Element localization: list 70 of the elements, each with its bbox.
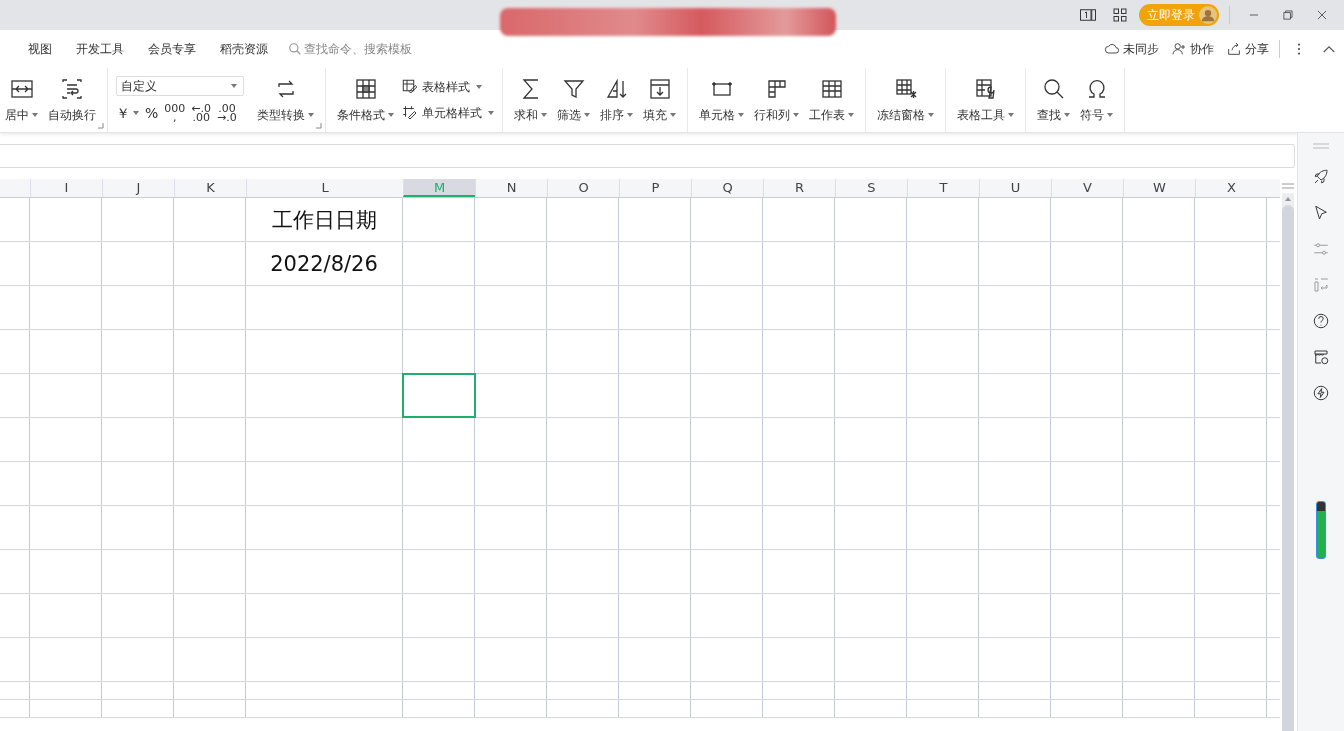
fill-icon [647, 76, 672, 101]
column-header[interactable]: S [835, 179, 907, 197]
number-format-button[interactable]: 000 , [164, 102, 186, 124]
user-plus-icon [1171, 41, 1187, 57]
status-indicator [1316, 501, 1326, 559]
wrap-icon [60, 76, 84, 101]
find-icon [1041, 76, 1066, 101]
ribbon-button[interactable]: 表格样式 [401, 78, 494, 96]
formula-field[interactable] [0, 144, 1295, 168]
column-header[interactable]: I [30, 179, 102, 197]
number-format-button[interactable]: ￥ [116, 102, 139, 124]
column-header[interactable]: V [1051, 179, 1123, 197]
ribbon-button[interactable]: 求和 [511, 76, 550, 124]
ribbon-button[interactable]: 符号 [1077, 76, 1116, 124]
ribbon-button[interactable]: 筛选 [554, 76, 593, 124]
swap-icon [1312, 276, 1330, 294]
number-format-button[interactable]: ←.0 .00 [191, 102, 212, 124]
cell-text: 工作日日期 [271, 206, 377, 234]
ribbon-button[interactable]: 填充 [640, 76, 679, 124]
reading-icon [1079, 6, 1097, 24]
ribbon-button[interactable]: 冻结窗格 [874, 76, 937, 124]
ribbon-button[interactable]: 自动换行 [45, 76, 99, 124]
rocket-icon [1312, 168, 1330, 186]
number-format-button[interactable]: .00 →.0 [217, 102, 237, 124]
column-header[interactable]: U [979, 179, 1051, 197]
column-header[interactable]: K [174, 179, 246, 197]
column-header[interactable]: N [475, 179, 547, 197]
menu-tab[interactable]: 会员专享 [136, 36, 208, 62]
ribbon-button[interactable]: 行和列 [751, 76, 802, 124]
ribbon-button[interactable]: 排序 [597, 76, 636, 124]
apps-icon [1111, 6, 1129, 24]
cloud-icon [1104, 41, 1120, 57]
ribbon-button[interactable]: 单元格样式 [401, 104, 494, 122]
ribbon-button[interactable]: 类型转换 [254, 76, 317, 124]
search-icon [288, 42, 302, 56]
ribbon-button[interactable]: 条件格式 [334, 76, 397, 124]
sort-icon [604, 76, 629, 101]
column-header[interactable]: R [763, 179, 835, 197]
menu-tab[interactable]: 开发工具 [64, 36, 136, 62]
column-header[interactable]: X [1195, 179, 1267, 197]
column-header[interactable]: J [102, 179, 174, 197]
column-header[interactable]: W [1123, 179, 1195, 197]
cell-text: 2022/8/26 [270, 251, 378, 276]
ribbon-button[interactable]: 表格工具 [954, 76, 1017, 124]
freeze-icon [893, 76, 918, 101]
number-format-select[interactable]: 自定义 [116, 76, 244, 96]
pointer-icon [1312, 204, 1330, 222]
collaborate-button[interactable]: 协作 [1171, 40, 1214, 58]
share-icon [1226, 41, 1242, 57]
ribbon-button[interactable]: 查找 [1034, 76, 1073, 124]
vertical-scrollbar[interactable] [1282, 193, 1294, 731]
sync-status-button[interactable]: 未同步 [1104, 40, 1159, 58]
ribbon-button[interactable]: 单元格 [696, 76, 747, 124]
ribbon-button[interactable]: 居中 [2, 76, 41, 124]
number-format-button[interactable]: % [145, 102, 159, 124]
sliders-icon [1312, 240, 1330, 258]
bolt-icon [1312, 384, 1330, 402]
column-header[interactable]: O [547, 179, 619, 197]
avatar-icon [1199, 6, 1217, 24]
panel-handle-icon[interactable] [1313, 143, 1329, 149]
help-icon [1312, 312, 1330, 330]
share-button[interactable]: 分享 [1226, 40, 1269, 58]
restore-icon [1281, 8, 1295, 22]
close-icon [1315, 8, 1329, 22]
column-header[interactable]: T [907, 179, 979, 197]
column-header[interactable]: P [619, 179, 691, 197]
column-header[interactable]: Q [691, 179, 763, 197]
menu-tab[interactable]: 视图 [16, 36, 64, 62]
menu-tab[interactable]: 稻壳资源 [208, 36, 280, 62]
ribbon-button[interactable]: 工作表 [806, 76, 857, 124]
